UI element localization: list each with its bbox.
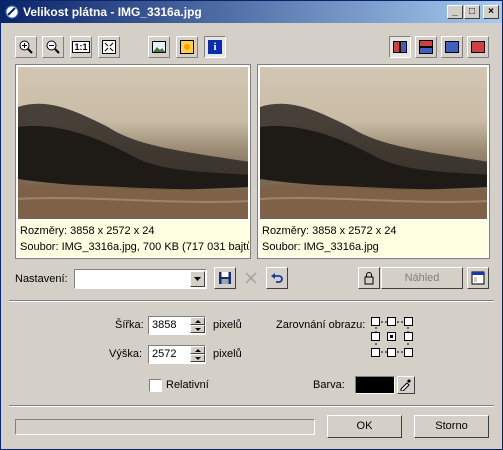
- anchor-grid[interactable]: [371, 317, 413, 357]
- info-button[interactable]: i: [204, 36, 226, 58]
- reset-settings-button[interactable]: [266, 267, 288, 289]
- save-icon: [219, 272, 231, 284]
- zoom-in-button[interactable]: [15, 36, 37, 58]
- progress-bar: [15, 419, 315, 435]
- width-spinner[interactable]: 3858: [148, 316, 206, 335]
- eyedropper-icon: [400, 378, 412, 392]
- anchor-left[interactable]: [371, 332, 380, 341]
- window-layout-icon: [471, 271, 485, 285]
- view-original-icon: [445, 41, 459, 53]
- delete-icon: [245, 272, 257, 284]
- fit-window-button[interactable]: [98, 36, 120, 58]
- result-preview: Rozměry: 3858 x 2572 x 24 Soubor: IMG_33…: [257, 64, 490, 259]
- chevron-down-icon: [194, 277, 201, 281]
- lock-icon: [364, 272, 374, 285]
- height-down-button[interactable]: [190, 354, 205, 362]
- height-unit: pixelů: [213, 348, 242, 360]
- panel-toggle-button[interactable]: [467, 267, 489, 289]
- image-icon: [152, 41, 166, 53]
- separator: [9, 300, 494, 302]
- anchor-bottom-right[interactable]: [404, 348, 413, 357]
- lock-preview-button[interactable]: [358, 267, 380, 289]
- wildebeest-photo: [18, 103, 248, 219]
- separator-bottom: [9, 405, 494, 407]
- settings-combo[interactable]: [74, 269, 207, 289]
- maximize-button[interactable]: □: [464, 5, 480, 19]
- anchor-right[interactable]: [404, 332, 413, 341]
- fit-window-icon: [102, 40, 116, 54]
- actual-size-label: 1:1: [72, 41, 90, 53]
- view-original-button[interactable]: [441, 36, 463, 58]
- zoom-out-button[interactable]: [42, 36, 64, 58]
- anchor-center[interactable]: [387, 332, 396, 341]
- split-vertical-icon: [393, 41, 407, 53]
- minimize-button[interactable]: _: [447, 5, 463, 19]
- zoom-in-icon: [19, 40, 33, 54]
- height-up-button[interactable]: [190, 346, 205, 354]
- title-bar[interactable]: Velikost plátna - IMG_3316a.jpg _ □ ×: [1, 1, 502, 23]
- anchor-top-left[interactable]: [371, 317, 380, 326]
- height-spinner[interactable]: 2572: [148, 345, 206, 364]
- actual-size-button[interactable]: 1:1: [70, 36, 92, 58]
- split-horizontal-icon: [419, 40, 433, 54]
- undo-icon: [271, 273, 283, 283]
- info-icon: i: [208, 40, 222, 54]
- anchor-label: Zarovnání obrazu:: [276, 319, 366, 331]
- height-value: 2572: [152, 348, 177, 360]
- color-label: Barva:: [313, 379, 345, 391]
- original-dimensions: Rozměry: 3858 x 2572 x 24: [20, 225, 155, 237]
- layout-stacked-button[interactable]: [415, 36, 437, 58]
- brightness-button[interactable]: [176, 36, 198, 58]
- anchor-bottom-left[interactable]: [371, 348, 380, 357]
- original-image[interactable]: [18, 67, 248, 219]
- cancel-button[interactable]: Storno: [414, 415, 489, 438]
- canvas-size-dialog: Velikost plátna - IMG_3316a.jpg _ □ × 1:…: [0, 0, 503, 450]
- anchor-top[interactable]: [387, 317, 396, 326]
- zoom-out-icon: [46, 40, 60, 54]
- app-icon: [5, 5, 19, 19]
- settings-label: Nastavení:: [15, 273, 68, 285]
- delete-settings-button[interactable]: [240, 267, 262, 289]
- preview-button[interactable]: Náhled: [381, 267, 463, 289]
- width-label: Šířka:: [115, 319, 144, 331]
- width-up-button[interactable]: [190, 317, 205, 325]
- result-info: Rozměry: 3858 x 2572 x 24 Soubor: IMG_33…: [259, 221, 488, 257]
- wildebeest-photo-result: [260, 103, 487, 219]
- layout-side-by-side-button[interactable]: [389, 36, 411, 58]
- width-unit: pixelů: [213, 319, 242, 331]
- relative-checkbox[interactable]: [149, 379, 162, 392]
- relative-label[interactable]: Relativní: [166, 379, 209, 391]
- brightness-icon: [180, 40, 194, 54]
- save-settings-button[interactable]: [214, 267, 236, 289]
- settings-dropdown-button[interactable]: [190, 271, 205, 287]
- original-info: Rozměry: 3858 x 2572 x 24 Soubor: IMG_33…: [17, 221, 249, 257]
- anchor-bottom[interactable]: [387, 348, 396, 357]
- color-swatch[interactable]: [355, 376, 395, 394]
- original-file-info: Soubor: IMG_3316a.jpg, 700 KB (717 031 b…: [20, 241, 249, 253]
- ok-button[interactable]: OK: [327, 415, 402, 438]
- close-button[interactable]: ×: [483, 5, 499, 19]
- color-picker-button[interactable]: [397, 376, 415, 394]
- width-down-button[interactable]: [190, 325, 205, 333]
- result-file-info: Soubor: IMG_3316a.jpg: [262, 241, 379, 253]
- result-dimensions: Rozměry: 3858 x 2572 x 24: [262, 225, 397, 237]
- view-result-button[interactable]: [467, 36, 489, 58]
- view-result-icon: [471, 41, 485, 53]
- original-preview: Rozměry: 3858 x 2572 x 24 Soubor: IMG_33…: [15, 64, 251, 259]
- result-image[interactable]: [260, 67, 487, 219]
- window-title: Velikost plátna - IMG_3316a.jpg: [23, 5, 202, 19]
- height-label: Výška:: [109, 348, 143, 360]
- image-view-button[interactable]: [148, 36, 170, 58]
- width-value: 3858: [152, 319, 177, 331]
- anchor-top-right[interactable]: [404, 317, 413, 326]
